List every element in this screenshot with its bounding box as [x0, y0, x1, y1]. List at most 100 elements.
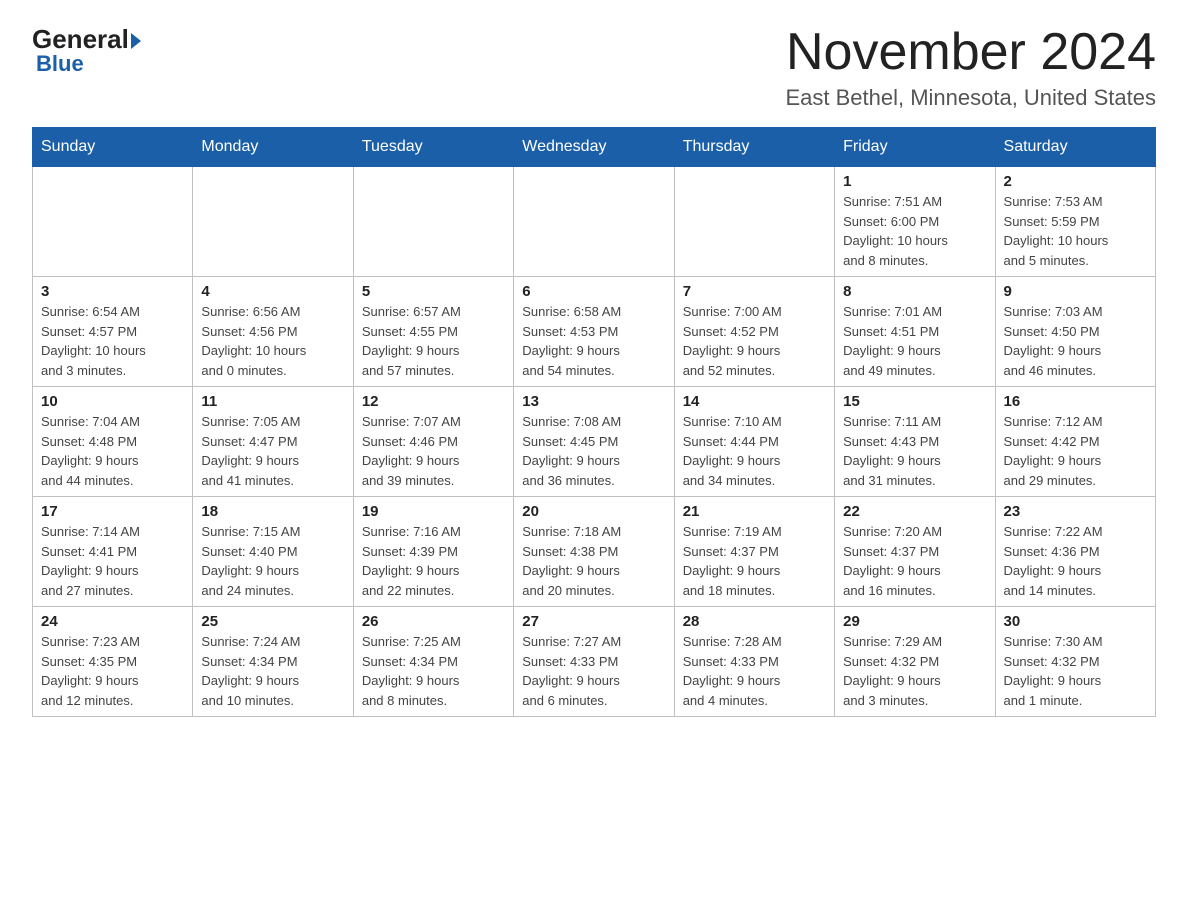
calendar-cell: 30Sunrise: 7:30 AM Sunset: 4:32 PM Dayli… — [995, 607, 1155, 717]
day-info: Sunrise: 7:19 AM Sunset: 4:37 PM Dayligh… — [683, 522, 826, 600]
day-info: Sunrise: 7:24 AM Sunset: 4:34 PM Dayligh… — [201, 632, 344, 710]
day-number: 20 — [522, 503, 665, 520]
day-number: 9 — [1004, 283, 1147, 300]
calendar-cell: 25 Sunrise: 7:24 AM Sunset: 4:34 PM Dayli… — [193, 607, 353, 717]
day-info: Sunrise: 7:23 AM Sunset: 4:35 PM Dayligh… — [41, 632, 184, 710]
day-number: 12 — [362, 393, 505, 410]
day-info: Sunrise: 7:22 AM Sunset: 4:36 PM Dayligh… — [1004, 522, 1147, 600]
header-cell-friday: Friday — [835, 128, 995, 167]
calendar-cell: 20 Sunrise: 7:18 AM Sunset: 4:38 PM Dayli… — [514, 497, 674, 607]
day-number: 3 — [41, 283, 184, 300]
day-info: Sunrise: 7:03 AM Sunset: 4:50 PM Dayligh… — [1004, 302, 1147, 380]
calendar-body: 1 Sunrise: 7:51 AM Sunset: 6:00 PM Daylig… — [33, 167, 1156, 717]
day-number: 14 — [683, 393, 826, 410]
calendar-cell: 22Sunrise: 7:20 AM Sunset: 4:37 PM Dayli… — [835, 497, 995, 607]
calendar-cell: 6 Sunrise: 6:58 AM Sunset: 4:53 PM Daylig… — [514, 277, 674, 387]
day-number: 6 — [522, 283, 665, 300]
calendar-cell — [193, 167, 353, 277]
day-number: 22 — [843, 503, 986, 520]
calendar-cell: 13 Sunrise: 7:08 AM Sunset: 4:45 PM Dayli… — [514, 387, 674, 497]
day-info: Sunrise: 7:10 AM Sunset: 4:44 PM Dayligh… — [683, 412, 826, 490]
header-row: SundayMondayTuesdayWednesdayThursdayFrid… — [33, 128, 1156, 167]
day-info: Sunrise: 7:00 AM Sunset: 4:52 PM Dayligh… — [683, 302, 826, 380]
header-cell-sunday: Sunday — [33, 128, 193, 167]
week-row-4: 24 Sunrise: 7:23 AM Sunset: 4:35 PM Dayli… — [33, 607, 1156, 717]
calendar-cell: 15 Sunrise: 7:11 AM Sunset: 4:43 PM Dayli… — [835, 387, 995, 497]
subtitle: East Bethel, Minnesota, United States — [785, 85, 1156, 111]
week-row-0: 1 Sunrise: 7:51 AM Sunset: 6:00 PM Daylig… — [33, 167, 1156, 277]
day-number: 18 — [201, 503, 344, 520]
header-cell-saturday: Saturday — [995, 128, 1155, 167]
day-number: 27 — [522, 613, 665, 630]
calendar-cell — [514, 167, 674, 277]
day-info: Sunrise: 7:29 AM Sunset: 4:32 PM Dayligh… — [843, 632, 986, 710]
day-number: 26 — [362, 613, 505, 630]
calendar-cell — [353, 167, 513, 277]
day-number: 13 — [522, 393, 665, 410]
day-number: 19 — [362, 503, 505, 520]
day-info: Sunrise: 7:51 AM Sunset: 6:00 PM Dayligh… — [843, 192, 986, 270]
calendar-cell: 9 Sunrise: 7:03 AM Sunset: 4:50 PM Daylig… — [995, 277, 1155, 387]
calendar-cell — [33, 167, 193, 277]
day-info: Sunrise: 7:07 AM Sunset: 4:46 PM Dayligh… — [362, 412, 505, 490]
day-info: Sunrise: 6:56 AM Sunset: 4:56 PM Dayligh… — [201, 302, 344, 380]
day-info: Sunrise: 7:15 AM Sunset: 4:40 PM Dayligh… — [201, 522, 344, 600]
day-number: 24 — [41, 613, 184, 630]
calendar-cell — [674, 167, 834, 277]
day-number: 15 — [843, 393, 986, 410]
day-info: Sunrise: 7:11 AM Sunset: 4:43 PM Dayligh… — [843, 412, 986, 490]
week-row-1: 3 Sunrise: 6:54 AM Sunset: 4:57 PM Daylig… — [33, 277, 1156, 387]
day-info: Sunrise: 7:12 AM Sunset: 4:42 PM Dayligh… — [1004, 412, 1147, 490]
day-info: Sunrise: 7:27 AM Sunset: 4:33 PM Dayligh… — [522, 632, 665, 710]
calendar-cell: 28 Sunrise: 7:28 AM Sunset: 4:33 PM Dayli… — [674, 607, 834, 717]
day-info: Sunrise: 6:58 AM Sunset: 4:53 PM Dayligh… — [522, 302, 665, 380]
calendar-cell: 29 Sunrise: 7:29 AM Sunset: 4:32 PM Dayli… — [835, 607, 995, 717]
calendar-cell: 27 Sunrise: 7:27 AM Sunset: 4:33 PM Dayli… — [514, 607, 674, 717]
main-title: November 2024 — [785, 24, 1156, 81]
day-info: Sunrise: 7:04 AM Sunset: 4:48 PM Dayligh… — [41, 412, 184, 490]
calendar-header: SundayMondayTuesdayWednesdayThursdayFrid… — [33, 128, 1156, 167]
day-number: 30 — [1004, 613, 1147, 630]
calendar-cell: 7 Sunrise: 7:00 AM Sunset: 4:52 PM Daylig… — [674, 277, 834, 387]
day-info: Sunrise: 7:28 AM Sunset: 4:33 PM Dayligh… — [683, 632, 826, 710]
header-cell-wednesday: Wednesday — [514, 128, 674, 167]
header-cell-tuesday: Tuesday — [353, 128, 513, 167]
day-number: 4 — [201, 283, 344, 300]
calendar-cell: 4 Sunrise: 6:56 AM Sunset: 4:56 PM Daylig… — [193, 277, 353, 387]
day-info: Sunrise: 7:01 AM Sunset: 4:51 PM Dayligh… — [843, 302, 986, 380]
day-number: 21 — [683, 503, 826, 520]
calendar-cell: 24 Sunrise: 7:23 AM Sunset: 4:35 PM Dayli… — [33, 607, 193, 717]
day-number: 2 — [1004, 173, 1147, 190]
day-number: 10 — [41, 393, 184, 410]
day-number: 16 — [1004, 393, 1147, 410]
day-info: Sunrise: 7:05 AM Sunset: 4:47 PM Dayligh… — [201, 412, 344, 490]
calendar-cell: 21 Sunrise: 7:19 AM Sunset: 4:37 PM Dayli… — [674, 497, 834, 607]
logo-arrow-icon — [131, 33, 141, 49]
day-number: 25 — [201, 613, 344, 630]
week-row-2: 10 Sunrise: 7:04 AM Sunset: 4:48 PM Dayli… — [33, 387, 1156, 497]
header-area: General Blue November 2024 East Bethel, … — [32, 24, 1156, 111]
calendar-table: SundayMondayTuesdayWednesdayThursdayFrid… — [32, 127, 1156, 717]
header-cell-thursday: Thursday — [674, 128, 834, 167]
calendar-cell: 10 Sunrise: 7:04 AM Sunset: 4:48 PM Dayli… — [33, 387, 193, 497]
calendar-cell: 2Sunrise: 7:53 AM Sunset: 5:59 PM Daylig… — [995, 167, 1155, 277]
calendar-cell: 26Sunrise: 7:25 AM Sunset: 4:34 PM Dayli… — [353, 607, 513, 717]
day-number: 5 — [362, 283, 505, 300]
calendar-cell: 8 Sunrise: 7:01 AM Sunset: 4:51 PM Daylig… — [835, 277, 995, 387]
title-area: November 2024 East Bethel, Minnesota, Un… — [785, 24, 1156, 111]
day-number: 7 — [683, 283, 826, 300]
day-info: Sunrise: 7:16 AM Sunset: 4:39 PM Dayligh… — [362, 522, 505, 600]
calendar-cell: 16 Sunrise: 7:12 AM Sunset: 4:42 PM Dayli… — [995, 387, 1155, 497]
day-info: Sunrise: 6:54 AM Sunset: 4:57 PM Dayligh… — [41, 302, 184, 380]
calendar-cell: 14 Sunrise: 7:10 AM Sunset: 4:44 PM Dayli… — [674, 387, 834, 497]
day-info: Sunrise: 7:08 AM Sunset: 4:45 PM Dayligh… — [522, 412, 665, 490]
day-info: Sunrise: 7:18 AM Sunset: 4:38 PM Dayligh… — [522, 522, 665, 600]
day-number: 1 — [843, 173, 986, 190]
day-number: 28 — [683, 613, 826, 630]
day-number: 29 — [843, 613, 986, 630]
calendar-cell: 19 Sunrise: 7:16 AM Sunset: 4:39 PM Dayli… — [353, 497, 513, 607]
day-number: 17 — [41, 503, 184, 520]
day-number: 11 — [201, 393, 344, 410]
day-number: 23 — [1004, 503, 1147, 520]
day-number: 8 — [843, 283, 986, 300]
